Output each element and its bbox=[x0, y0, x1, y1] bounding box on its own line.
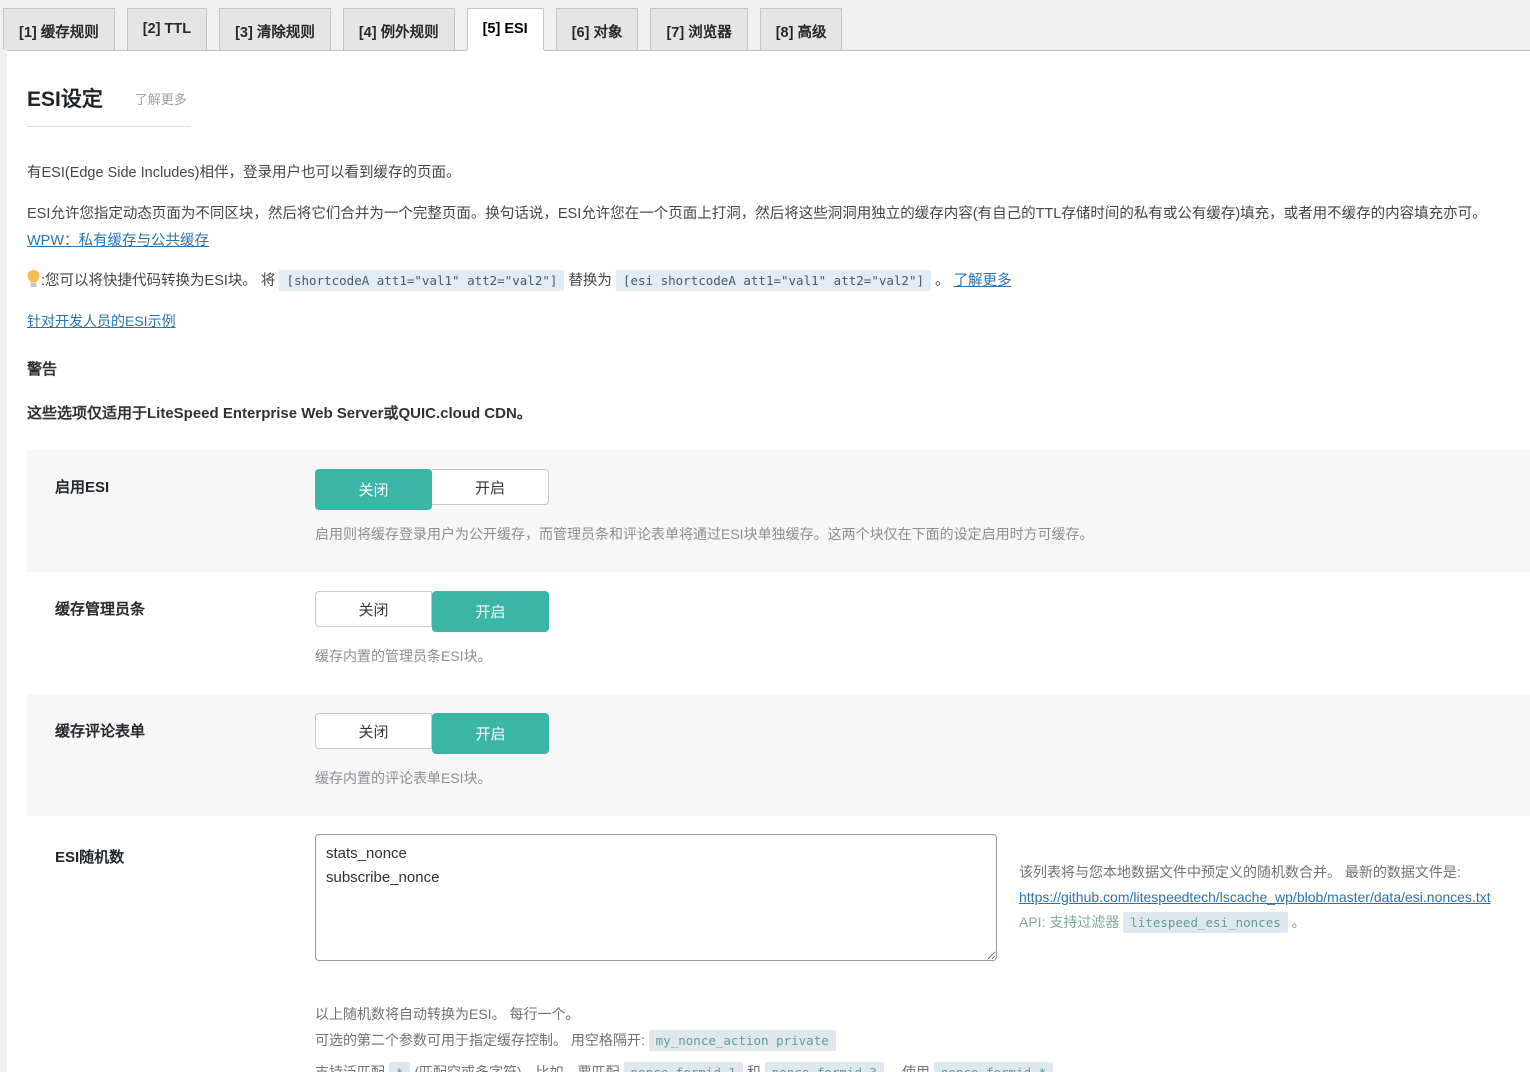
esi-nonce-bottom-desc: 以上随机数将自动转换为ESI。 每行一个。 可选的第二个参数可用于指定缓存控制。… bbox=[315, 1001, 1516, 1072]
intro-paragraph-1: 有ESI(Edge Side Includes)相伴，登录用户也可以看到缓存的页… bbox=[27, 160, 1530, 187]
nonce-data-file-link[interactable]: https://github.com/litespeedtech/lscache… bbox=[1019, 889, 1491, 905]
cache-admin-bar-toggle: 关闭 开启 bbox=[315, 591, 549, 632]
api-filter-code: litespeed_esi_nonces bbox=[1123, 912, 1288, 933]
page-title-block: ESI设定 了解更多 bbox=[27, 83, 191, 127]
cache-comment-form-off-button[interactable]: 关闭 bbox=[315, 713, 432, 749]
tip-learn-more-link[interactable]: 了解更多 bbox=[954, 273, 1012, 289]
enable-esi-control: 关闭 开启 启用则将缓存登录用户为公开缓存，而管理员条和评论表单将通过ESI块单… bbox=[315, 469, 1530, 572]
wildcard-text-4: ，使用 bbox=[888, 1064, 930, 1072]
wildcard-text-2: (匹配空或多字符)。比如，要匹配 bbox=[414, 1064, 619, 1072]
tip-end-text: 。 bbox=[935, 273, 950, 289]
nonce-desc-line1: 以上随机数将自动转换为ESI。 每行一个。 bbox=[315, 1001, 1516, 1027]
cache-admin-bar-label: 缓存管理员条 bbox=[27, 591, 315, 694]
cache-comment-form-desc: 缓存内置的评论表单ESI块。 bbox=[315, 768, 1516, 789]
dev-esi-example-link[interactable]: 针对开发人员的ESI示例 bbox=[27, 313, 176, 329]
enable-esi-off-button[interactable]: 关闭 bbox=[315, 469, 432, 510]
enable-esi-toggle: 关闭 开启 bbox=[315, 469, 549, 510]
cache-admin-bar-on-button[interactable]: 开启 bbox=[432, 591, 549, 632]
tab-purge-rules[interactable]: [3] 清除规则 bbox=[219, 8, 331, 50]
esi-nonce-input-area: stats_nonce subscribe_nonce 该列表将与您本地数据文件… bbox=[315, 834, 1516, 961]
tip-mid-text: 替换为 bbox=[568, 273, 612, 289]
esi-shortcode-example-code: [esi shortcodeA att1="val1" att2="val2"] bbox=[616, 270, 931, 291]
esi-settings-panel: ESI设定 了解更多 有ESI(Edge Side Includes)相伴，登录… bbox=[7, 50, 1530, 1072]
nonce-side-text: 该列表将与您本地数据文件中预定义的随机数合并。 最新的数据文件是: bbox=[1019, 860, 1491, 885]
nonce-formid-wildcard-code: nonce_formid_* bbox=[934, 1062, 1053, 1072]
cache-comment-form-control: 关闭 开启 缓存内置的评论表单ESI块。 bbox=[315, 713, 1530, 816]
settings-rows: 启用ESI 关闭 开启 启用则将缓存登录用户为公开缓存，而管理员条和评论表单将通… bbox=[27, 450, 1530, 1072]
enable-esi-desc: 启用则将缓存登录用户为公开缓存，而管理员条和评论表单将通过ESI块单独缓存。这两… bbox=[315, 524, 1516, 545]
tab-cache-rules[interactable]: [1] 缓存规则 bbox=[3, 8, 115, 50]
wpw-cache-link[interactable]: WPW：私有缓存与公共缓存 bbox=[27, 233, 209, 249]
shortcode-tip-line: :您可以将快捷代码转换为ESI块。 将 [shortcodeA att1="va… bbox=[27, 268, 1530, 294]
tab-browser[interactable]: [7] 浏览器 bbox=[650, 8, 747, 50]
nonce-api-line: API: 支持过滤器 litespeed_esi_nonces 。 bbox=[1019, 910, 1491, 935]
dev-example-line: 针对开发人员的ESI示例 bbox=[27, 311, 1530, 331]
tab-esi[interactable]: [5] ESI bbox=[467, 8, 544, 50]
wildcard-text-3: 和 bbox=[747, 1064, 761, 1072]
shortcode-example-code: [shortcodeA att1="val1" att2="val2"] bbox=[279, 270, 564, 291]
cache-admin-bar-control: 关闭 开启 缓存内置的管理员条ESI块。 bbox=[315, 591, 1530, 694]
warning-text: 这些选项仅适用于LiteSpeed Enterprise Web Server或… bbox=[27, 402, 1530, 423]
tab-ttl[interactable]: [2] TTL bbox=[127, 8, 207, 50]
setting-row-cache-admin-bar: 缓存管理员条 关闭 开启 缓存内置的管理员条ESI块。 bbox=[27, 572, 1530, 694]
intro-paragraph-2-text: ESI允许您指定动态页面为不同区块，然后将它们合并为一个完整页面。换句话说，ES… bbox=[27, 206, 1487, 222]
cache-admin-bar-desc: 缓存内置的管理员条ESI块。 bbox=[315, 646, 1516, 667]
esi-nonce-label: ESI随机数 bbox=[27, 834, 315, 1072]
title-learn-more-link[interactable]: 了解更多 bbox=[135, 89, 187, 108]
lightbulb-icon bbox=[27, 270, 40, 287]
setting-row-esi-nonce: ESI随机数 stats_nonce subscribe_nonce 该列表将与… bbox=[27, 816, 1530, 1072]
nonce-desc-line2-text: 可选的第二个参数可用于指定缓存控制。 用空格隔开: bbox=[315, 1032, 645, 1048]
api-suffix: 。 bbox=[1292, 914, 1306, 930]
cache-comment-form-toggle: 关闭 开启 bbox=[315, 713, 549, 754]
setting-row-cache-comment-form: 缓存评论表单 关闭 开启 缓存内置的评论表单ESI块。 bbox=[27, 694, 1530, 816]
tab-object[interactable]: [6] 对象 bbox=[556, 8, 639, 50]
wildcard-star-code: * bbox=[389, 1062, 411, 1072]
enable-esi-on-button[interactable]: 开启 bbox=[432, 469, 549, 505]
intro-paragraph-2: ESI允许您指定动态页面为不同区块，然后将它们合并为一个完整页面。换句话说，ES… bbox=[27, 201, 1530, 255]
settings-tabbar: [1] 缓存规则 [2] TTL [3] 清除规则 [4] 例外规则 [5] E… bbox=[0, 0, 1530, 50]
warning-title: 警告 bbox=[27, 358, 1530, 379]
nonce-desc-line2: 可选的第二个参数可用于指定缓存控制。 用空格隔开: my_nonce_actio… bbox=[315, 1027, 1516, 1054]
nonce-desc-line3: 支持泛匹配 * (匹配空或多字符)。比如，要匹配 nonce_formid_1 … bbox=[315, 1059, 1516, 1072]
esi-nonce-control: stats_nonce subscribe_nonce 该列表将与您本地数据文件… bbox=[315, 834, 1530, 1072]
esi-nonce-textarea[interactable]: stats_nonce subscribe_nonce bbox=[315, 834, 997, 961]
setting-row-enable-esi: 启用ESI 关闭 开启 启用则将缓存登录用户为公开缓存，而管理员条和评论表单将通… bbox=[27, 450, 1530, 572]
tab-excludes[interactable]: [4] 例外规则 bbox=[343, 8, 455, 50]
nonce-action-example-code: my_nonce_action private bbox=[649, 1030, 836, 1051]
cache-comment-form-label: 缓存评论表单 bbox=[27, 713, 315, 816]
api-prefix: API: 支持过滤器 bbox=[1019, 914, 1119, 930]
enable-esi-label: 启用ESI bbox=[27, 469, 315, 572]
nonce-formid-1-code: nonce_formid_1 bbox=[624, 1062, 743, 1072]
tab-advanced[interactable]: [8] 高级 bbox=[760, 8, 843, 50]
page-title: ESI设定 bbox=[27, 83, 103, 113]
tip-text: 您可以将快捷代码转换为ESI块。 将 bbox=[45, 273, 275, 289]
cache-comment-form-on-button[interactable]: 开启 bbox=[432, 713, 549, 754]
cache-admin-bar-off-button[interactable]: 关闭 bbox=[315, 591, 432, 627]
wildcard-text-1: 支持泛匹配 bbox=[315, 1064, 385, 1072]
nonce-formid-3-code: nonce_formid_3 bbox=[765, 1062, 884, 1072]
wildcard-text-5: 。 bbox=[1057, 1064, 1071, 1072]
esi-nonce-side-desc: 该列表将与您本地数据文件中预定义的随机数合并。 最新的数据文件是: https:… bbox=[1019, 860, 1491, 935]
